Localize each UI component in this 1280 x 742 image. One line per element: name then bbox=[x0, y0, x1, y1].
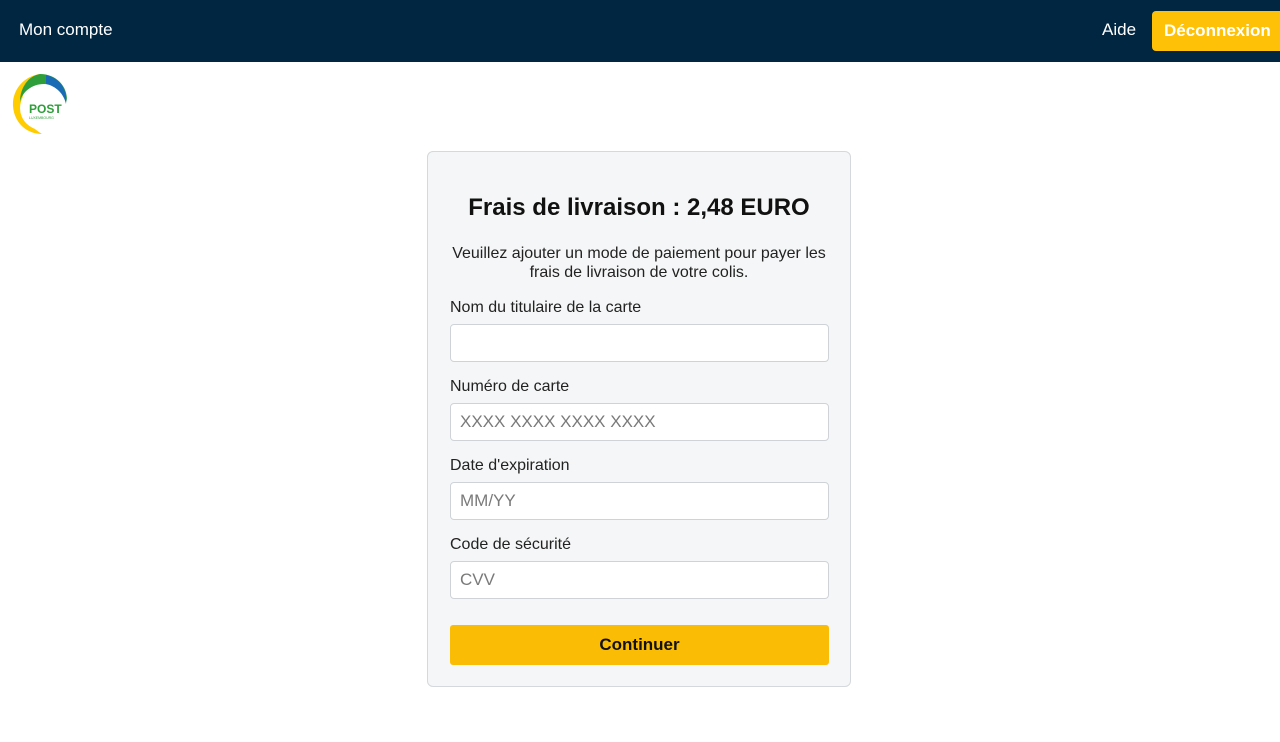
svg-text:LUXEMBOURG: LUXEMBOURG bbox=[29, 116, 54, 120]
delivery-fee-title: Frais de livraison : 2,48 EURO bbox=[468, 194, 810, 221]
cardholder-name-label: Nom du titulaire de la carte bbox=[450, 299, 642, 316]
payment-form-card: Frais de livraison : 2,48 EURO Veuillez … bbox=[427, 151, 851, 687]
post-luxembourg-logo[interactable]: POST LUXEMBOURG bbox=[10, 72, 70, 136]
post-logo-icon: POST LUXEMBOURG bbox=[12, 74, 68, 134]
cardholder-name-input[interactable] bbox=[450, 324, 829, 362]
payment-instructions: Veuillez ajouter un mode de paiement pou… bbox=[452, 245, 826, 281]
my-account-link[interactable]: Mon compte bbox=[19, 20, 113, 40]
logout-button[interactable]: Déconnexion bbox=[1152, 11, 1280, 51]
help-link[interactable]: Aide bbox=[1102, 20, 1136, 40]
top-navigation-bar: Mon compte Aide Déconnexion bbox=[0, 0, 1280, 62]
svg-text:POST: POST bbox=[29, 102, 62, 116]
continue-button[interactable]: Continuer bbox=[450, 625, 829, 665]
security-code-label: Code de sécurité bbox=[450, 536, 571, 553]
expiration-date-label: Date d'expiration bbox=[450, 457, 570, 474]
card-number-label: Numéro de carte bbox=[450, 378, 570, 395]
security-code-input[interactable] bbox=[450, 561, 829, 599]
card-number-input[interactable] bbox=[450, 403, 829, 441]
expiration-date-input[interactable] bbox=[450, 482, 829, 520]
